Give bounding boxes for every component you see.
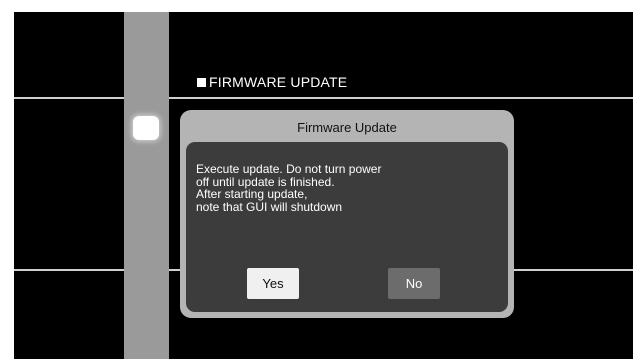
message-line: Execute update. Do not turn power <box>196 162 382 176</box>
no-button[interactable]: No <box>388 268 440 299</box>
firmware-update-dialog: Firmware Update Execute update. Do not t… <box>180 110 514 318</box>
tv-screen: FIRMWARE UPDATE Firmware Update Execute … <box>14 12 633 359</box>
side-menu-selection-marker <box>133 116 159 140</box>
dialog-title: Firmware Update <box>297 120 397 135</box>
section-heading: FIRMWARE UPDATE <box>197 74 347 90</box>
yes-button[interactable]: Yes <box>247 268 299 299</box>
dialog-body: Execute update. Do not turn power off un… <box>186 142 508 312</box>
side-menu-bar <box>124 12 169 359</box>
dialog-message: Execute update. Do not turn power off un… <box>196 163 381 213</box>
message-line: note that GUI will shutdown <box>196 199 343 214</box>
menu-divider-top <box>14 97 633 99</box>
section-heading-label: FIRMWARE UPDATE <box>209 74 348 90</box>
square-bullet-icon <box>197 77 206 87</box>
message-line: After starting update, <box>196 187 308 201</box>
